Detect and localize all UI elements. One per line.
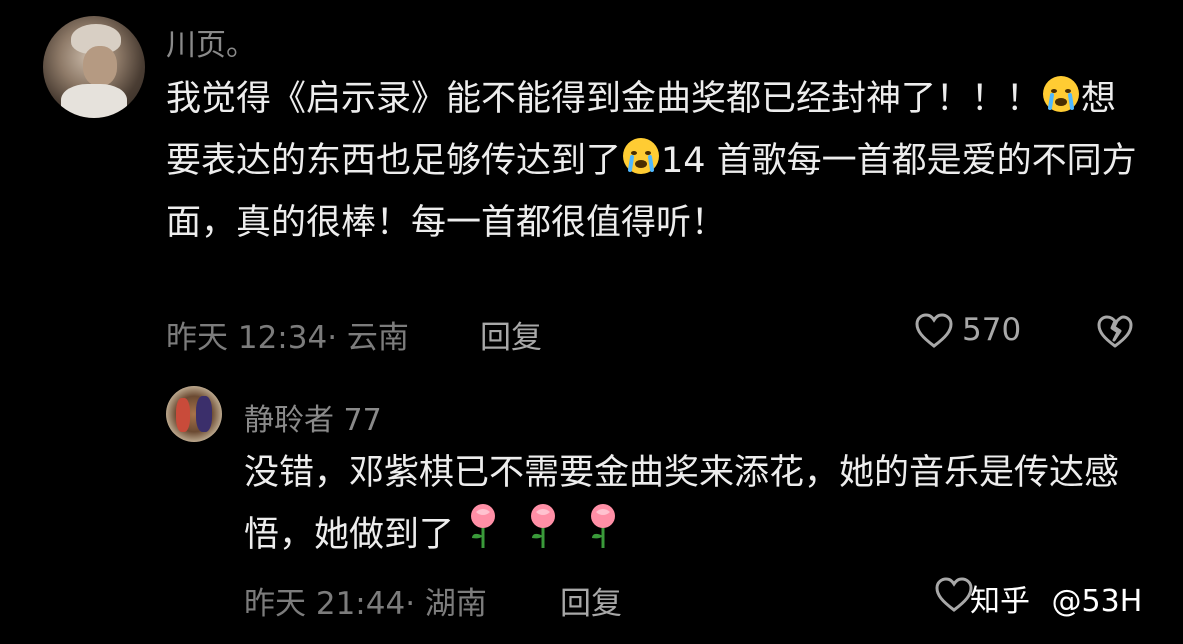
reply-meta: 昨天 21:44· 湖南 <box>244 586 487 622</box>
comment-reply-button[interactable]: 回复 <box>480 312 542 357</box>
reply-time: 昨天 21:44 <box>244 586 406 622</box>
reply-body: 没错，邓紫棋已不需要金曲奖来添花，她的音乐是传达感悟，她做到了 <box>244 444 1144 568</box>
watermark-site: 知乎 <box>970 584 1030 619</box>
reply-location: 湖南 <box>424 586 487 622</box>
comment-text-part-1: 我觉得《启示录》能不能得到金曲奖都已经封神了！！！ <box>166 79 1042 119</box>
dislike-broken-heart-icon[interactable] <box>1096 314 1134 354</box>
watermark-user: @53H <box>1051 584 1143 619</box>
reply-text: 没错，邓紫棋已不需要金曲奖来添花，她的音乐是传达感悟，她做到了 <box>244 453 1120 555</box>
crying-face-icon <box>621 136 661 194</box>
commenter-avatar[interactable] <box>43 16 145 118</box>
replier-username[interactable]: 静聆者 77 <box>244 395 382 439</box>
comment-time: 昨天 12:34 <box>166 320 328 356</box>
crying-face-icon <box>1041 74 1081 132</box>
commenter-username[interactable]: 川页。 <box>166 20 256 64</box>
rose-icon <box>524 502 562 568</box>
replier-avatar[interactable] <box>166 386 222 442</box>
zhihu-watermark: 知乎 @53H <box>970 576 1142 620</box>
rose-icon <box>464 502 502 568</box>
like-count: 570 <box>962 312 1022 348</box>
like-heart-icon[interactable] <box>914 312 954 354</box>
comment-meta: 昨天 12:34· 云南 <box>166 320 409 356</box>
comment-body: 我觉得《启示录》能不能得到金曲奖都已经封神了！！！ 想要表达的东西也足够传达到了 1… <box>166 70 1141 252</box>
rose-icon <box>584 502 622 568</box>
reply-like-heart-icon[interactable] <box>934 576 974 618</box>
reply-reply-button[interactable]: 回复 <box>560 578 622 623</box>
comment-location: 云南 <box>346 320 409 356</box>
